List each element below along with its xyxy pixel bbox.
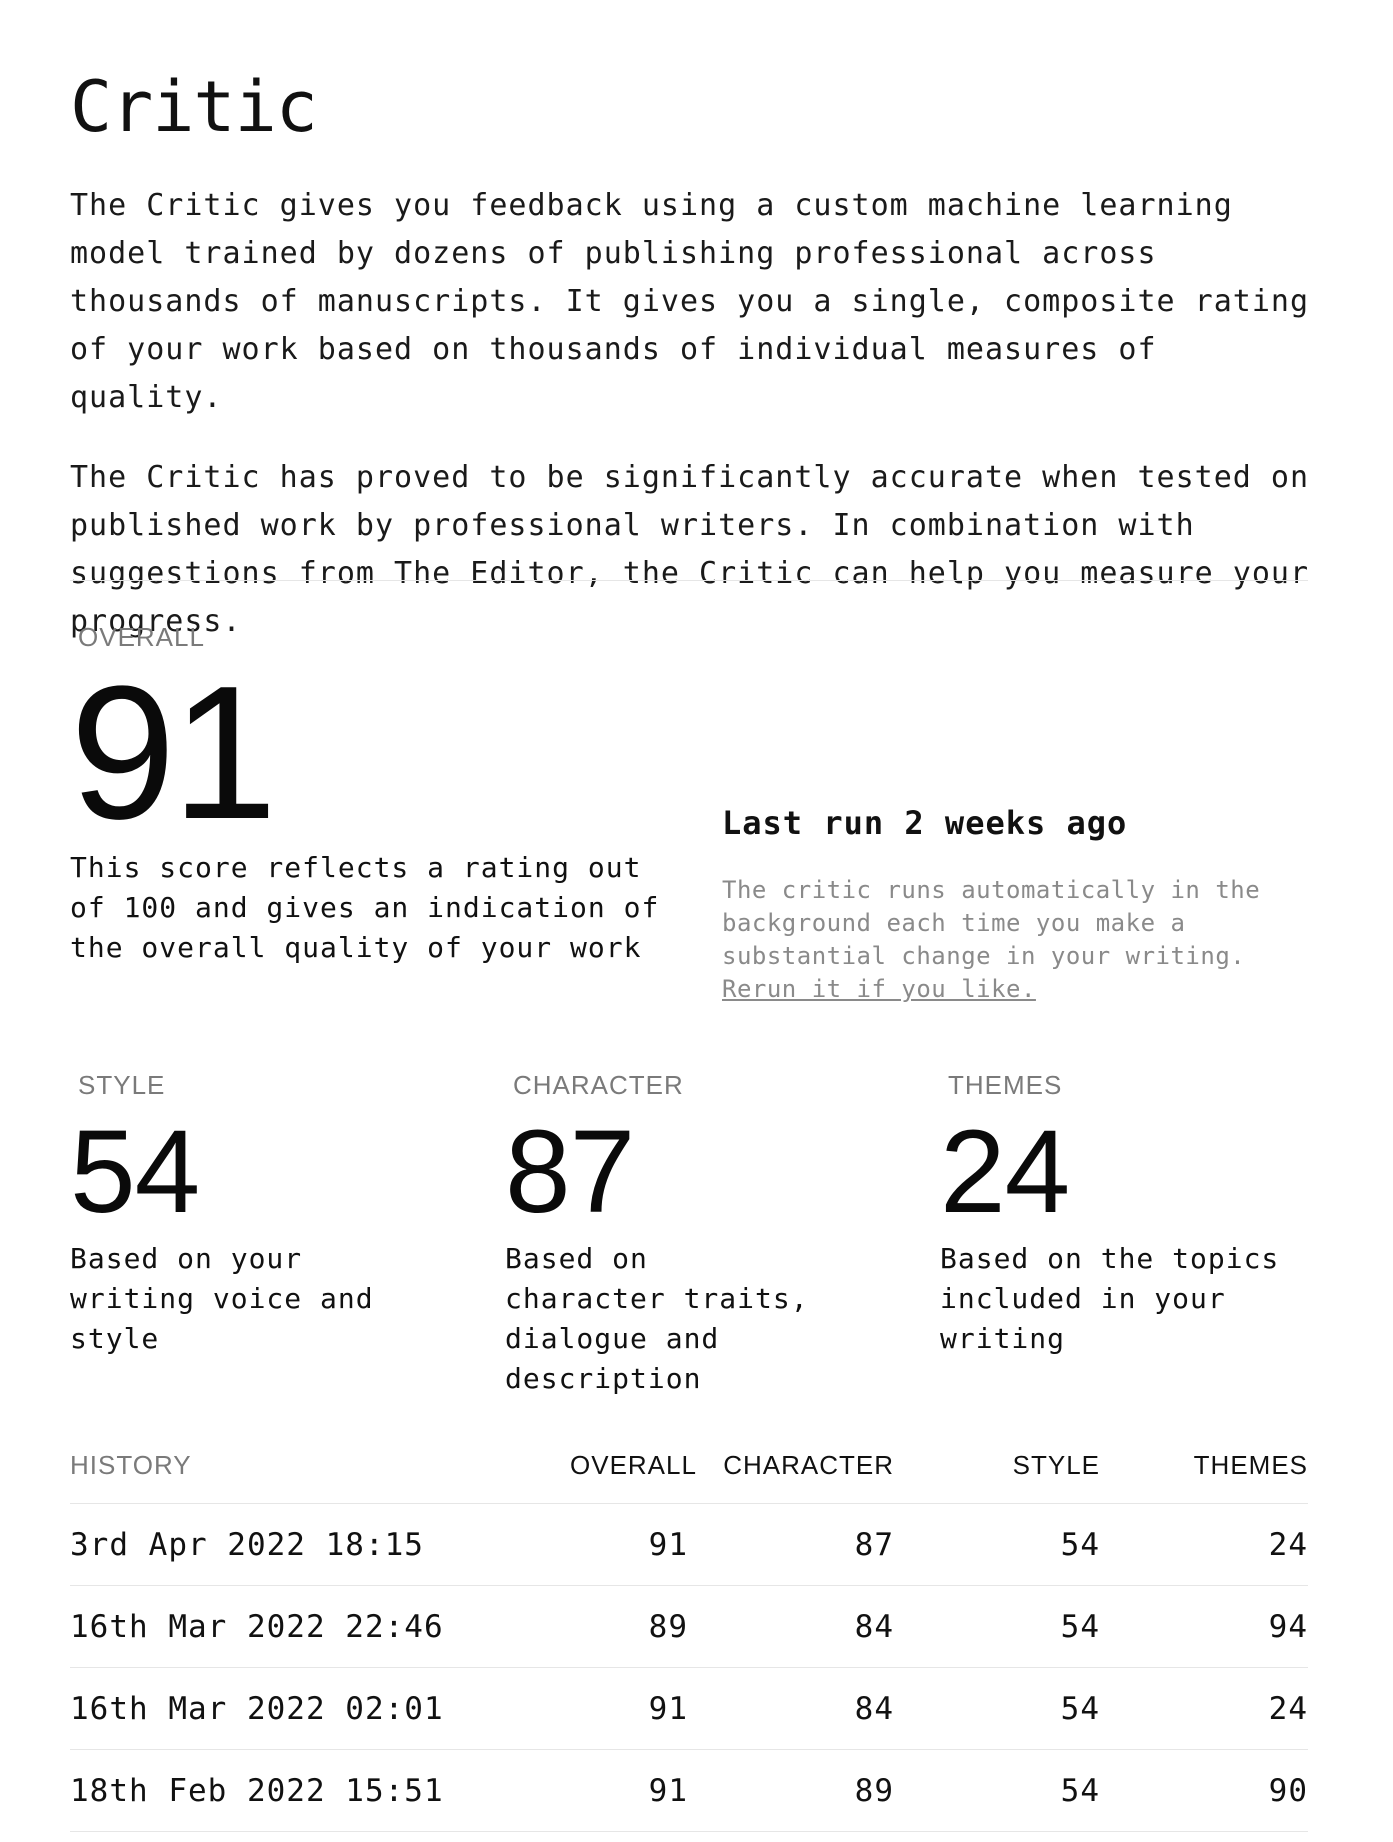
style-score: 54 [70, 1106, 200, 1238]
history-date: 16th Mar 2022 02:01 [70, 1690, 444, 1727]
history-date: 3rd Apr 2022 18:15 [70, 1526, 424, 1563]
table-row: 3rd Apr 2022 18:15 91 87 54 24 [70, 1504, 1308, 1586]
metric-themes: THEMES 24 Based on the topics included i… [940, 1070, 1300, 1359]
history-themes: 90 [1268, 1772, 1308, 1809]
character-description: Based on character traits, dialogue and … [505, 1242, 809, 1395]
history-header-overall: OVERALL [570, 1450, 697, 1480]
intro-text: The Critic gives you feedback using a cu… [70, 182, 1320, 646]
history-table: HISTORY OVERALL CHARACTER STYLE THEMES 3… [70, 1448, 1308, 1832]
history-date: 16th Mar 2022 22:46 [70, 1608, 444, 1645]
overall-score: 91 [70, 647, 277, 859]
history-overall: 91 [648, 1772, 688, 1809]
history-character: 87 [854, 1526, 894, 1563]
last-run-text: The critic runs automatically in the bac… [722, 876, 1261, 970]
history-header-themes: THEMES [1193, 1450, 1308, 1480]
last-run-title: Last run 2 weeks ago [722, 804, 1128, 842]
metric-style: STYLE 54 Based on your writing voice and… [70, 1070, 430, 1359]
history-overall: 89 [648, 1608, 688, 1645]
history-character: 84 [854, 1608, 894, 1645]
themes-description: Based on the topics included in your wri… [940, 1242, 1280, 1355]
history-header-date: HISTORY [70, 1450, 192, 1480]
style-description: Based on your writing voice and style [70, 1242, 374, 1355]
metric-character: CHARACTER 87 Based on character traits, … [505, 1070, 865, 1399]
table-row: 18th Feb 2022 15:51 91 89 54 90 [70, 1750, 1308, 1832]
history-themes: 24 [1268, 1526, 1308, 1563]
history-themes: 94 [1268, 1608, 1308, 1645]
themes-label: THEMES [948, 1070, 1063, 1100]
history-overall: 91 [648, 1526, 688, 1563]
critic-page: Critic The Critic gives you feedback usi… [0, 0, 1393, 1842]
history-style: 54 [1060, 1772, 1100, 1809]
table-row: 16th Mar 2022 22:46 89 84 54 94 [70, 1586, 1308, 1668]
page-title: Critic [70, 66, 318, 148]
history-header-character: CHARACTER [723, 1450, 894, 1480]
character-score: 87 [505, 1106, 635, 1238]
intro-paragraph-1: The Critic gives you feedback using a cu… [70, 188, 1309, 415]
history-themes: 24 [1268, 1690, 1308, 1727]
history-date: 18th Feb 2022 15:51 [70, 1772, 444, 1809]
table-row: 16th Mar 2022 02:01 91 84 54 24 [70, 1668, 1308, 1750]
history-character: 84 [854, 1690, 894, 1727]
character-label: CHARACTER [513, 1070, 684, 1100]
last-run-description: The critic runs automatically in the bac… [722, 874, 1322, 1006]
themes-score: 24 [940, 1106, 1070, 1238]
history-style: 54 [1060, 1690, 1100, 1727]
overall-description: This score reflects a rating out of 100 … [70, 851, 660, 964]
section-divider [70, 580, 1308, 581]
history-header-row: HISTORY OVERALL CHARACTER STYLE THEMES [70, 1448, 1308, 1504]
style-label: STYLE [78, 1070, 166, 1100]
history-style: 54 [1060, 1526, 1100, 1563]
history-character: 89 [854, 1772, 894, 1809]
rerun-link[interactable]: Rerun it if you like. [722, 975, 1036, 1003]
history-overall: 91 [648, 1690, 688, 1727]
history-style: 54 [1060, 1608, 1100, 1645]
history-header-style: STYLE [1012, 1450, 1100, 1480]
intro-paragraph-2: The Critic has proved to be significantl… [70, 460, 1309, 639]
